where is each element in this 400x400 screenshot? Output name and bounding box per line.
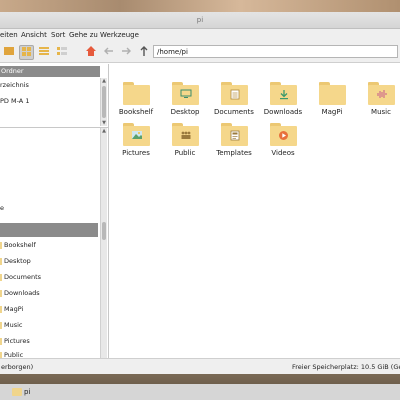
sidebar-place-misc[interactable]: e	[0, 202, 98, 215]
menu-tools[interactable]: Werkzeuge	[100, 29, 139, 42]
tree-item-downloads[interactable]: Downloads	[0, 286, 98, 301]
menu-view[interactable]: Ansicht	[21, 29, 47, 42]
menubar: eiten Ansicht Sort Gehe zu Werkzeuge	[0, 29, 400, 42]
file-item-public[interactable]: Public	[161, 120, 209, 170]
file-item-music[interactable]: Music	[357, 79, 400, 129]
public-folder-icon	[172, 123, 199, 146]
tree-item-desktop[interactable]: Desktop	[0, 254, 98, 269]
sidebar-header: Ordner	[0, 66, 100, 77]
menu-edit[interactable]: eiten	[0, 29, 18, 42]
folder-icon	[12, 388, 22, 396]
file-view: Bookshelf Desktop Documents Downloads Ma…	[109, 64, 400, 358]
folder-icon	[319, 82, 346, 105]
tree-item-pictures[interactable]: Pictures	[0, 334, 98, 349]
templates-folder-icon	[221, 123, 248, 146]
file-manager-window: pi eiten Ansicht Sort Gehe zu Werkzeuge	[0, 12, 400, 374]
sidebar: Ordner rzeichnis PD M-A 1 e Bookshelf De…	[0, 64, 109, 359]
compact-view-icon[interactable]	[55, 45, 69, 59]
menu-sort[interactable]: Sort	[51, 29, 65, 42]
file-item-pictures[interactable]: Pictures	[112, 120, 160, 170]
places-scrollbar[interactable]: ▲ ▼	[100, 78, 107, 126]
forward-icon[interactable]	[119, 45, 133, 59]
statusbar: erborgen) Freier Speicherplatz: 10.5 GiB…	[0, 358, 400, 374]
toolbar: /home/pi	[0, 42, 400, 63]
list-view-icon[interactable]	[37, 45, 51, 59]
menu-go[interactable]: Gehe zu	[69, 29, 98, 42]
tree-item-magpi[interactable]: MagPi	[0, 302, 98, 317]
scroll-up-icon[interactable]: ▲	[101, 78, 107, 84]
folder-icon	[0, 290, 2, 297]
folder-icon	[0, 242, 2, 249]
tree-header-selected[interactable]	[0, 223, 98, 237]
folder-icon	[123, 82, 150, 105]
downloads-folder-icon	[270, 82, 297, 105]
up-icon[interactable]	[137, 45, 151, 59]
window-titlebar[interactable]: pi	[0, 12, 400, 29]
taskbar: pi	[0, 374, 400, 400]
folder-icon	[0, 322, 2, 329]
window-title: pi	[196, 16, 204, 24]
folder-icon	[0, 338, 2, 345]
videos-folder-icon	[270, 123, 297, 146]
path-input[interactable]: /home/pi	[153, 45, 398, 58]
view-icon[interactable]	[2, 45, 16, 59]
sidebar-divider	[0, 127, 108, 128]
tree-item-bookshelf[interactable]: Bookshelf	[0, 238, 98, 253]
music-folder-icon	[368, 82, 395, 105]
status-free-space: Freier Speicherplatz: 10.5 GiB (Gesam	[292, 363, 400, 371]
taskbar-window-button[interactable]: pi	[0, 384, 400, 400]
folder-icon	[0, 306, 2, 313]
icon-view-button[interactable]	[19, 45, 34, 60]
desktop-wallpaper-strip	[0, 0, 400, 12]
folder-icon	[0, 258, 2, 265]
documents-folder-icon	[221, 82, 248, 105]
places-scroll-thumb[interactable]	[102, 86, 106, 118]
file-item-templates[interactable]: Templates	[210, 120, 258, 170]
scroll-down-icon[interactable]: ▼	[101, 120, 107, 126]
tree-item-documents[interactable]: Documents	[0, 270, 98, 285]
back-icon[interactable]	[102, 45, 116, 59]
file-item-magpi[interactable]: MagPi	[308, 79, 356, 129]
tree-scrollbar[interactable]: ▲	[100, 128, 107, 358]
status-hidden-text: erborgen)	[1, 363, 34, 371]
pictures-folder-icon	[123, 123, 150, 146]
file-item-videos[interactable]: Videos	[259, 120, 307, 170]
desktop-folder-icon	[172, 82, 199, 105]
taskbar-item-label: pi	[24, 388, 31, 396]
folder-icon	[0, 274, 2, 281]
home-icon[interactable]	[84, 45, 98, 59]
sidebar-place-drive[interactable]: PD M-A 1	[0, 95, 98, 108]
sidebar-place-home[interactable]: rzeichnis	[0, 79, 98, 92]
tree-scroll-thumb[interactable]	[102, 222, 106, 240]
scroll-up-icon[interactable]: ▲	[101, 128, 107, 134]
tree-item-music[interactable]: Music	[0, 318, 98, 333]
